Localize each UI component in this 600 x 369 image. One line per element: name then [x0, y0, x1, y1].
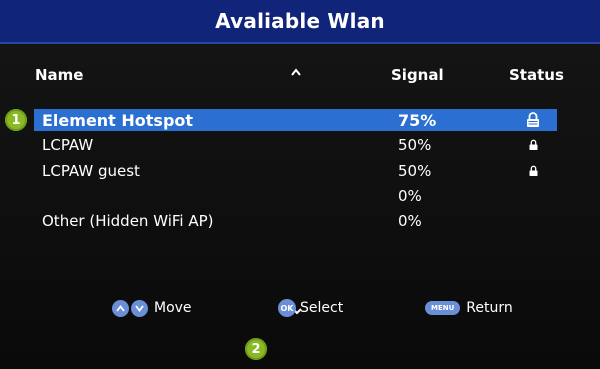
ok-button-icon: OK [278, 299, 296, 317]
network-signal: 50% [398, 162, 432, 180]
footer-return-hint: MENU Return [425, 298, 513, 318]
wlan-list-panel: Name Signal Status Element Hotspot 75% L… [0, 44, 600, 369]
network-row-unnamed[interactable]: 0% [34, 185, 557, 207]
callout-marker-2: 2 [245, 338, 267, 360]
column-header-status[interactable]: Status [509, 66, 564, 84]
page-title: Avaliable Wlan [215, 9, 385, 33]
select-label: Select [300, 300, 344, 316]
network-name: Other (Hidden WiFi AP) [42, 212, 214, 230]
column-header-signal[interactable]: Signal [391, 66, 444, 84]
network-signal: 0% [398, 212, 422, 230]
up-arrow-button-icon [112, 299, 129, 317]
down-arrow-button-icon [131, 299, 148, 317]
column-header-name[interactable]: Name [35, 66, 83, 84]
lock-icon [527, 112, 539, 127]
menu-button-icon: MENU [425, 301, 461, 315]
callout-marker-1: 1 [5, 109, 27, 131]
network-row-lcpaw-guest[interactable]: LCPAW guest 50% [34, 160, 557, 182]
return-label: Return [466, 300, 513, 316]
network-row-element-hotspot[interactable]: Element Hotspot 75% [34, 109, 557, 131]
footer-move-hint: Move [112, 298, 192, 318]
network-signal: 0% [398, 187, 422, 205]
network-name: LCPAW guest [42, 162, 140, 180]
sort-up-icon[interactable] [290, 66, 302, 78]
callout-number: 2 [251, 341, 261, 357]
network-row-lcpaw[interactable]: LCPAW 50% [34, 134, 557, 156]
network-name: Element Hotspot [42, 110, 194, 130]
network-signal: 50% [398, 136, 432, 154]
network-name: LCPAW [42, 136, 94, 154]
lock-icon [529, 139, 538, 150]
network-row-other-hidden[interactable]: Other (Hidden WiFi AP) 0% [34, 210, 557, 232]
callout-number: 1 [11, 112, 21, 128]
title-bar: Avaliable Wlan [0, 0, 600, 44]
lock-icon [529, 165, 538, 176]
move-label: Move [154, 300, 192, 316]
network-signal: 75% [398, 110, 437, 130]
footer-select-hint: OK Select [278, 298, 343, 318]
